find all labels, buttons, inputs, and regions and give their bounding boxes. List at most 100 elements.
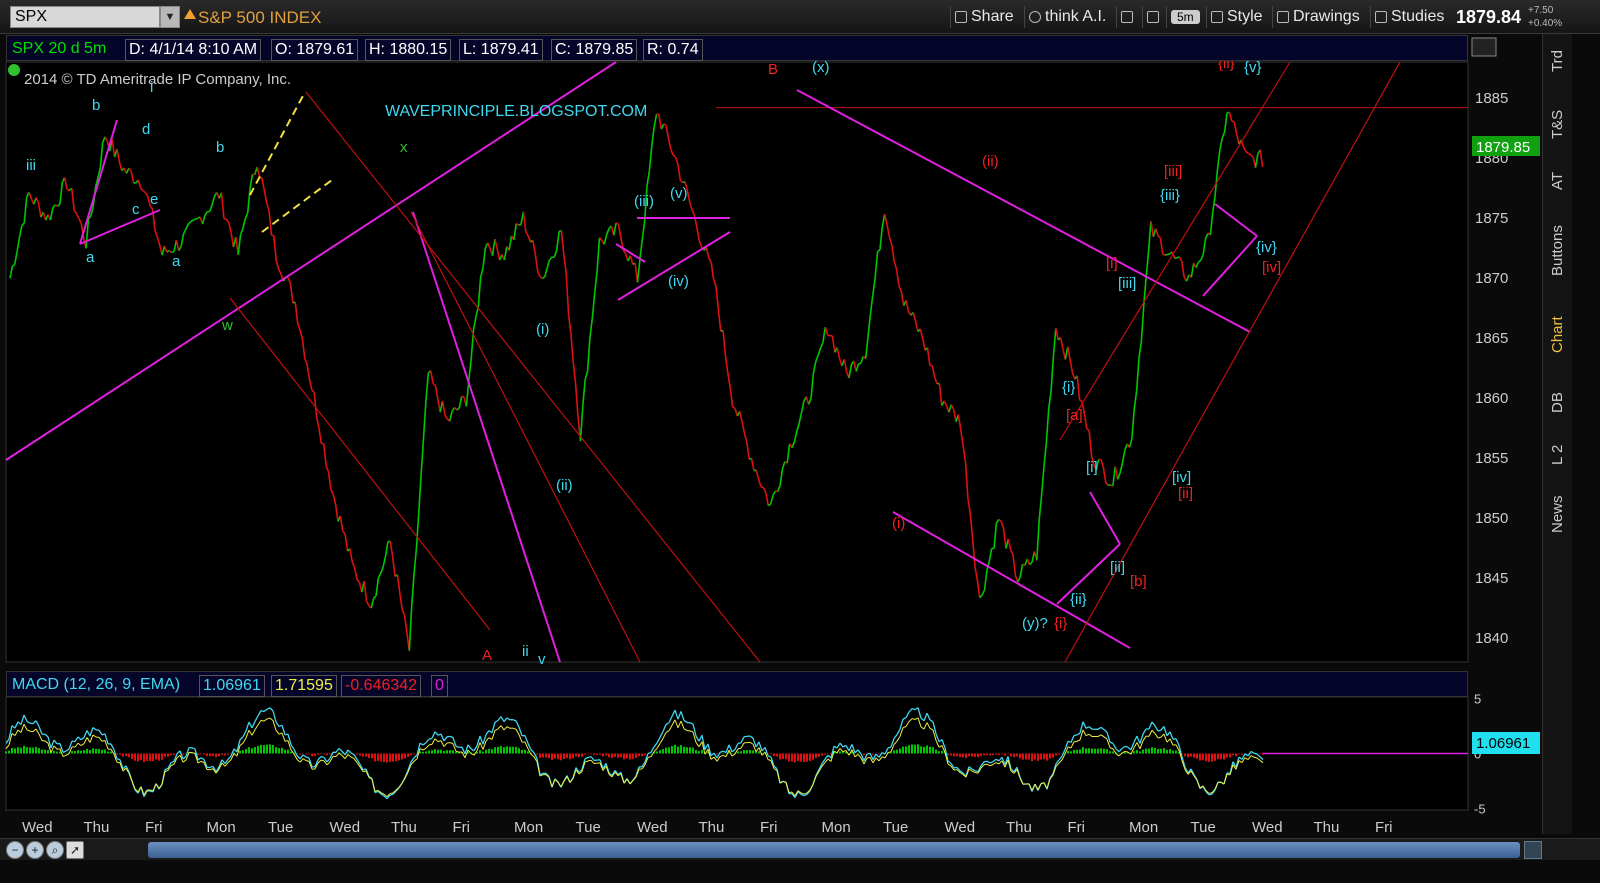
price-tick-label: 1845 <box>1475 570 1508 587</box>
signal-line <box>428 743 433 746</box>
info-range: R: 0.74 <box>643 39 703 61</box>
price-tick-label: 1860 <box>1475 390 1508 407</box>
x-axis-day: Tue <box>883 819 908 836</box>
macd-line <box>737 742 742 745</box>
x-axis-day: Fri <box>760 819 778 836</box>
info-open: O: 1879.61 <box>271 39 359 61</box>
x-axis-day: Tue <box>268 819 293 836</box>
x-axis-day: Tue <box>576 819 601 836</box>
zoom-in-icon[interactable]: + <box>26 841 44 859</box>
bottom-bar: − + ⌕ ➚ <box>0 838 1600 860</box>
macd-line <box>1157 729 1162 732</box>
tab-time-and-sales[interactable]: T&S <box>1543 94 1573 154</box>
wave-label: a <box>172 253 181 270</box>
wave-label: B <box>768 61 778 78</box>
wave-label: {ii} <box>1070 591 1087 608</box>
watermark-text: WAVEPRINCIPLE.BLOGSPOT.COM <box>385 103 647 120</box>
tab-db[interactable]: DB <box>1543 380 1573 426</box>
chart-info-bar: SPX 20 d 5m D: 4/1/14 8:10 AM O: 1879.61… <box>6 35 1468 61</box>
signal-line <box>362 770 367 773</box>
price-tick-label: 1855 <box>1475 450 1508 467</box>
price-candle <box>1098 458 1102 461</box>
x-axis-day: Wed <box>945 819 976 836</box>
price-candle <box>518 223 522 226</box>
signal-line <box>1208 792 1213 794</box>
tab-at[interactable]: AT <box>1543 156 1573 206</box>
price-tick-label: 1840 <box>1475 630 1508 647</box>
price-chart[interactable]: 1840184518501855186018651870187518801885… <box>0 0 1600 883</box>
macd-line <box>389 793 394 796</box>
price-tick-label: 1875 <box>1475 210 1508 227</box>
x-axis-day: Tue <box>1191 819 1216 836</box>
x-axis-day: Wed <box>22 819 53 836</box>
macd-line <box>260 710 265 713</box>
macd-line <box>1124 745 1129 748</box>
wave-label: {iv} <box>1256 239 1277 256</box>
info-icon <box>8 64 20 76</box>
price-candle <box>1162 253 1166 256</box>
tab-news[interactable]: News <box>1543 484 1573 544</box>
wave-label: {iii} <box>1160 187 1180 204</box>
wave-label: [i] <box>1106 255 1118 272</box>
wave-label: A <box>482 647 492 664</box>
tab-chart[interactable]: Chart <box>1543 300 1573 370</box>
signal-line <box>389 792 394 795</box>
macd-info-bar: MACD (12, 26, 9, EMA) 1.06961 1.71595 -0… <box>6 671 1468 697</box>
signal-line <box>116 761 121 764</box>
price-candle <box>223 217 227 220</box>
tab-trd[interactable]: Trd <box>1543 38 1573 84</box>
price-candle <box>195 217 199 220</box>
macd-line <box>191 747 196 750</box>
wave-label: (iv) <box>668 273 689 290</box>
info-close: C: 1879.85 <box>551 39 638 61</box>
tab-buttons[interactable]: Buttons <box>1543 206 1573 296</box>
scroll-end-button[interactable] <box>1524 841 1542 859</box>
x-axis-day: Mon <box>1129 819 1158 836</box>
x-axis-day: Mon <box>822 819 851 836</box>
price-tick-label: 1850 <box>1475 510 1508 527</box>
signal-line <box>149 789 154 792</box>
price-candle <box>192 218 196 221</box>
price-candle <box>1231 120 1235 123</box>
wave-label: [iv] <box>1172 469 1191 486</box>
wave-label: (ii) <box>556 477 573 494</box>
signal-line <box>284 740 289 742</box>
info-low: L: 1879.41 <box>459 39 543 61</box>
x-axis-day: Mon <box>207 819 236 836</box>
macd-diff: -0.646342 <box>341 675 422 697</box>
pointer-icon[interactable]: ➚ <box>66 841 84 859</box>
price-tick-label: 1870 <box>1475 270 1508 287</box>
magnifier-icon[interactable]: ⌕ <box>46 841 64 859</box>
wave-label: d <box>142 121 150 138</box>
chart-title: SPX 20 d 5m <box>12 40 107 57</box>
wave-label: {v} <box>1244 59 1262 76</box>
wave-label: {i} <box>1054 615 1067 632</box>
signal-line <box>983 763 988 766</box>
current-price-text: 1879.85 <box>1476 139 1530 156</box>
price-candle <box>1079 399 1083 402</box>
macd-line <box>428 737 433 740</box>
wave-label: [ii] <box>1110 559 1125 576</box>
wave-label: [ii] <box>1178 485 1193 502</box>
wave-label: b <box>216 139 224 156</box>
macd-line <box>29 722 34 725</box>
tab-l2[interactable]: L 2 <box>1543 432 1573 478</box>
wave-label: [a] <box>1066 407 1083 424</box>
price-candle <box>663 123 667 126</box>
x-axis-day: Wed <box>1252 819 1283 836</box>
zoom-out-icon[interactable]: − <box>6 841 24 859</box>
thinkorswim-chart-window: SPX ▼ S&P 500 INDEX Share think A.I. 5m … <box>0 0 1600 883</box>
macd-line <box>983 760 988 763</box>
price-candle <box>615 222 619 225</box>
wave-label: (ii) <box>982 153 999 170</box>
wave-label: b <box>92 97 100 114</box>
wave-label: (iii) <box>634 193 654 210</box>
wave-label: [i] <box>1086 459 1098 476</box>
wave-label: a <box>86 249 95 266</box>
wave-label: (v) <box>670 185 688 202</box>
price-tick-label: 1865 <box>1475 330 1508 347</box>
macd-line <box>455 745 460 748</box>
chart-scrollbar[interactable] <box>148 842 1520 858</box>
x-axis-day: Wed <box>637 819 668 836</box>
wave-label: [iii] <box>1118 275 1136 292</box>
